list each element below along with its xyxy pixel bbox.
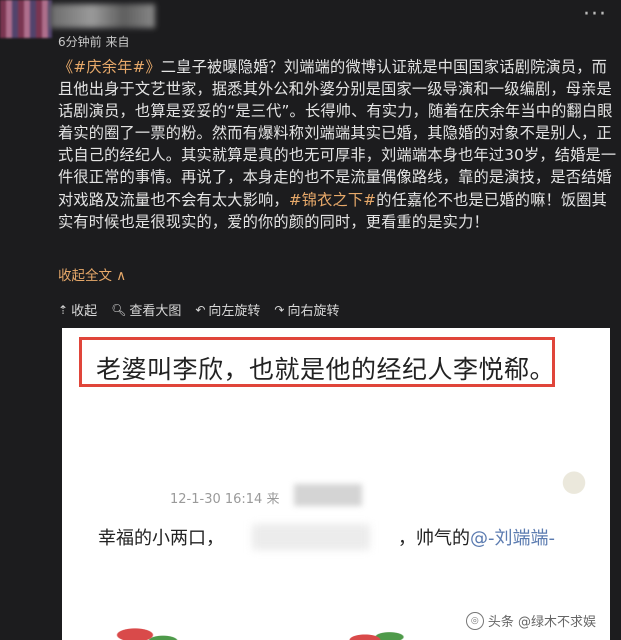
decoration-flower-icon bbox=[114, 623, 184, 640]
username-blurred[interactable] bbox=[50, 4, 155, 28]
collapse-up-icon: ⇡ bbox=[58, 302, 69, 317]
toolbar-label: 查看大图 bbox=[129, 304, 182, 319]
couple-caption: 幸福的小两口， bbox=[98, 528, 224, 549]
hashtag-link[interactable]: #锦衣之下# bbox=[289, 191, 376, 209]
hashtag-link[interactable]: 《#庆余年#》 bbox=[58, 58, 161, 76]
toolbar-magnify-button[interactable]: 🔍︎ 查看大图 bbox=[111, 300, 182, 320]
watermark: ◎ 头条 @绿木不求娱 bbox=[465, 611, 596, 630]
image-toolbar: ⇡ 收起 🔍︎ 查看大图 ↶ 向左旋转 ↷ 向右旋转 bbox=[58, 300, 340, 320]
toolbar-collapse-up-button[interactable]: ⇡ 收起 bbox=[58, 300, 98, 320]
toolbar-rotate-right-button[interactable]: ↷ 向右旋转 bbox=[274, 300, 340, 320]
highlight-box: 老婆叫李欣，也就是他的经纪人李悦郗。 bbox=[79, 337, 555, 387]
caption-blurred bbox=[252, 524, 370, 550]
post-body: 《#庆余年#》二皇子被曝隐婚？刘端端的微博认证就是中国国家话剧院演员，而且他出身… bbox=[58, 56, 618, 233]
magnify-icon: 🔍︎ bbox=[111, 302, 127, 317]
caption-suffix-text: ，帅气的 bbox=[398, 528, 470, 549]
post-meta: 6分钟前 来自 bbox=[58, 35, 130, 49]
toolbar-label: 收起 bbox=[71, 304, 98, 319]
toolbar-label: 向右旋转 bbox=[287, 304, 340, 319]
avatar[interactable] bbox=[0, 0, 52, 38]
post-text: 二皇子被曝隐婚？刘端端的微博认证就是中国国家话剧院演员，而且他出身于文艺世家，据… bbox=[58, 58, 617, 209]
sticker-icon bbox=[554, 464, 594, 498]
post-image[interactable]: 老婆叫李欣，也就是他的经纪人李悦郗。 12-1-30 16:14 来 幸福的小两… bbox=[62, 328, 610, 640]
image-timestamp: 12-1-30 16:14 来 bbox=[170, 492, 280, 507]
watermark-text: 头条 @绿木不求娱 bbox=[487, 615, 596, 630]
more-options-icon[interactable]: ··· bbox=[583, 2, 607, 27]
rotate-left-icon: ↶ bbox=[195, 302, 206, 317]
highlight-text: 老婆叫李欣，也就是他的经纪人李悦郗。 bbox=[96, 355, 556, 384]
mention-link[interactable]: @-刘端端- bbox=[470, 528, 555, 549]
toolbar-rotate-left-button[interactable]: ↶ 向左旋转 bbox=[195, 300, 261, 320]
toolbar-label: 向左旋转 bbox=[208, 304, 261, 319]
caption-suffix: ，帅气的@-刘端端- bbox=[398, 524, 555, 550]
source-blurred bbox=[294, 484, 362, 506]
decoration-flower-icon bbox=[337, 625, 407, 640]
rotate-right-icon: ↷ bbox=[274, 302, 285, 317]
watermark-logo-icon: ◎ bbox=[465, 611, 484, 630]
collapse-text-button[interactable]: 收起全文 ∧ bbox=[58, 264, 126, 284]
